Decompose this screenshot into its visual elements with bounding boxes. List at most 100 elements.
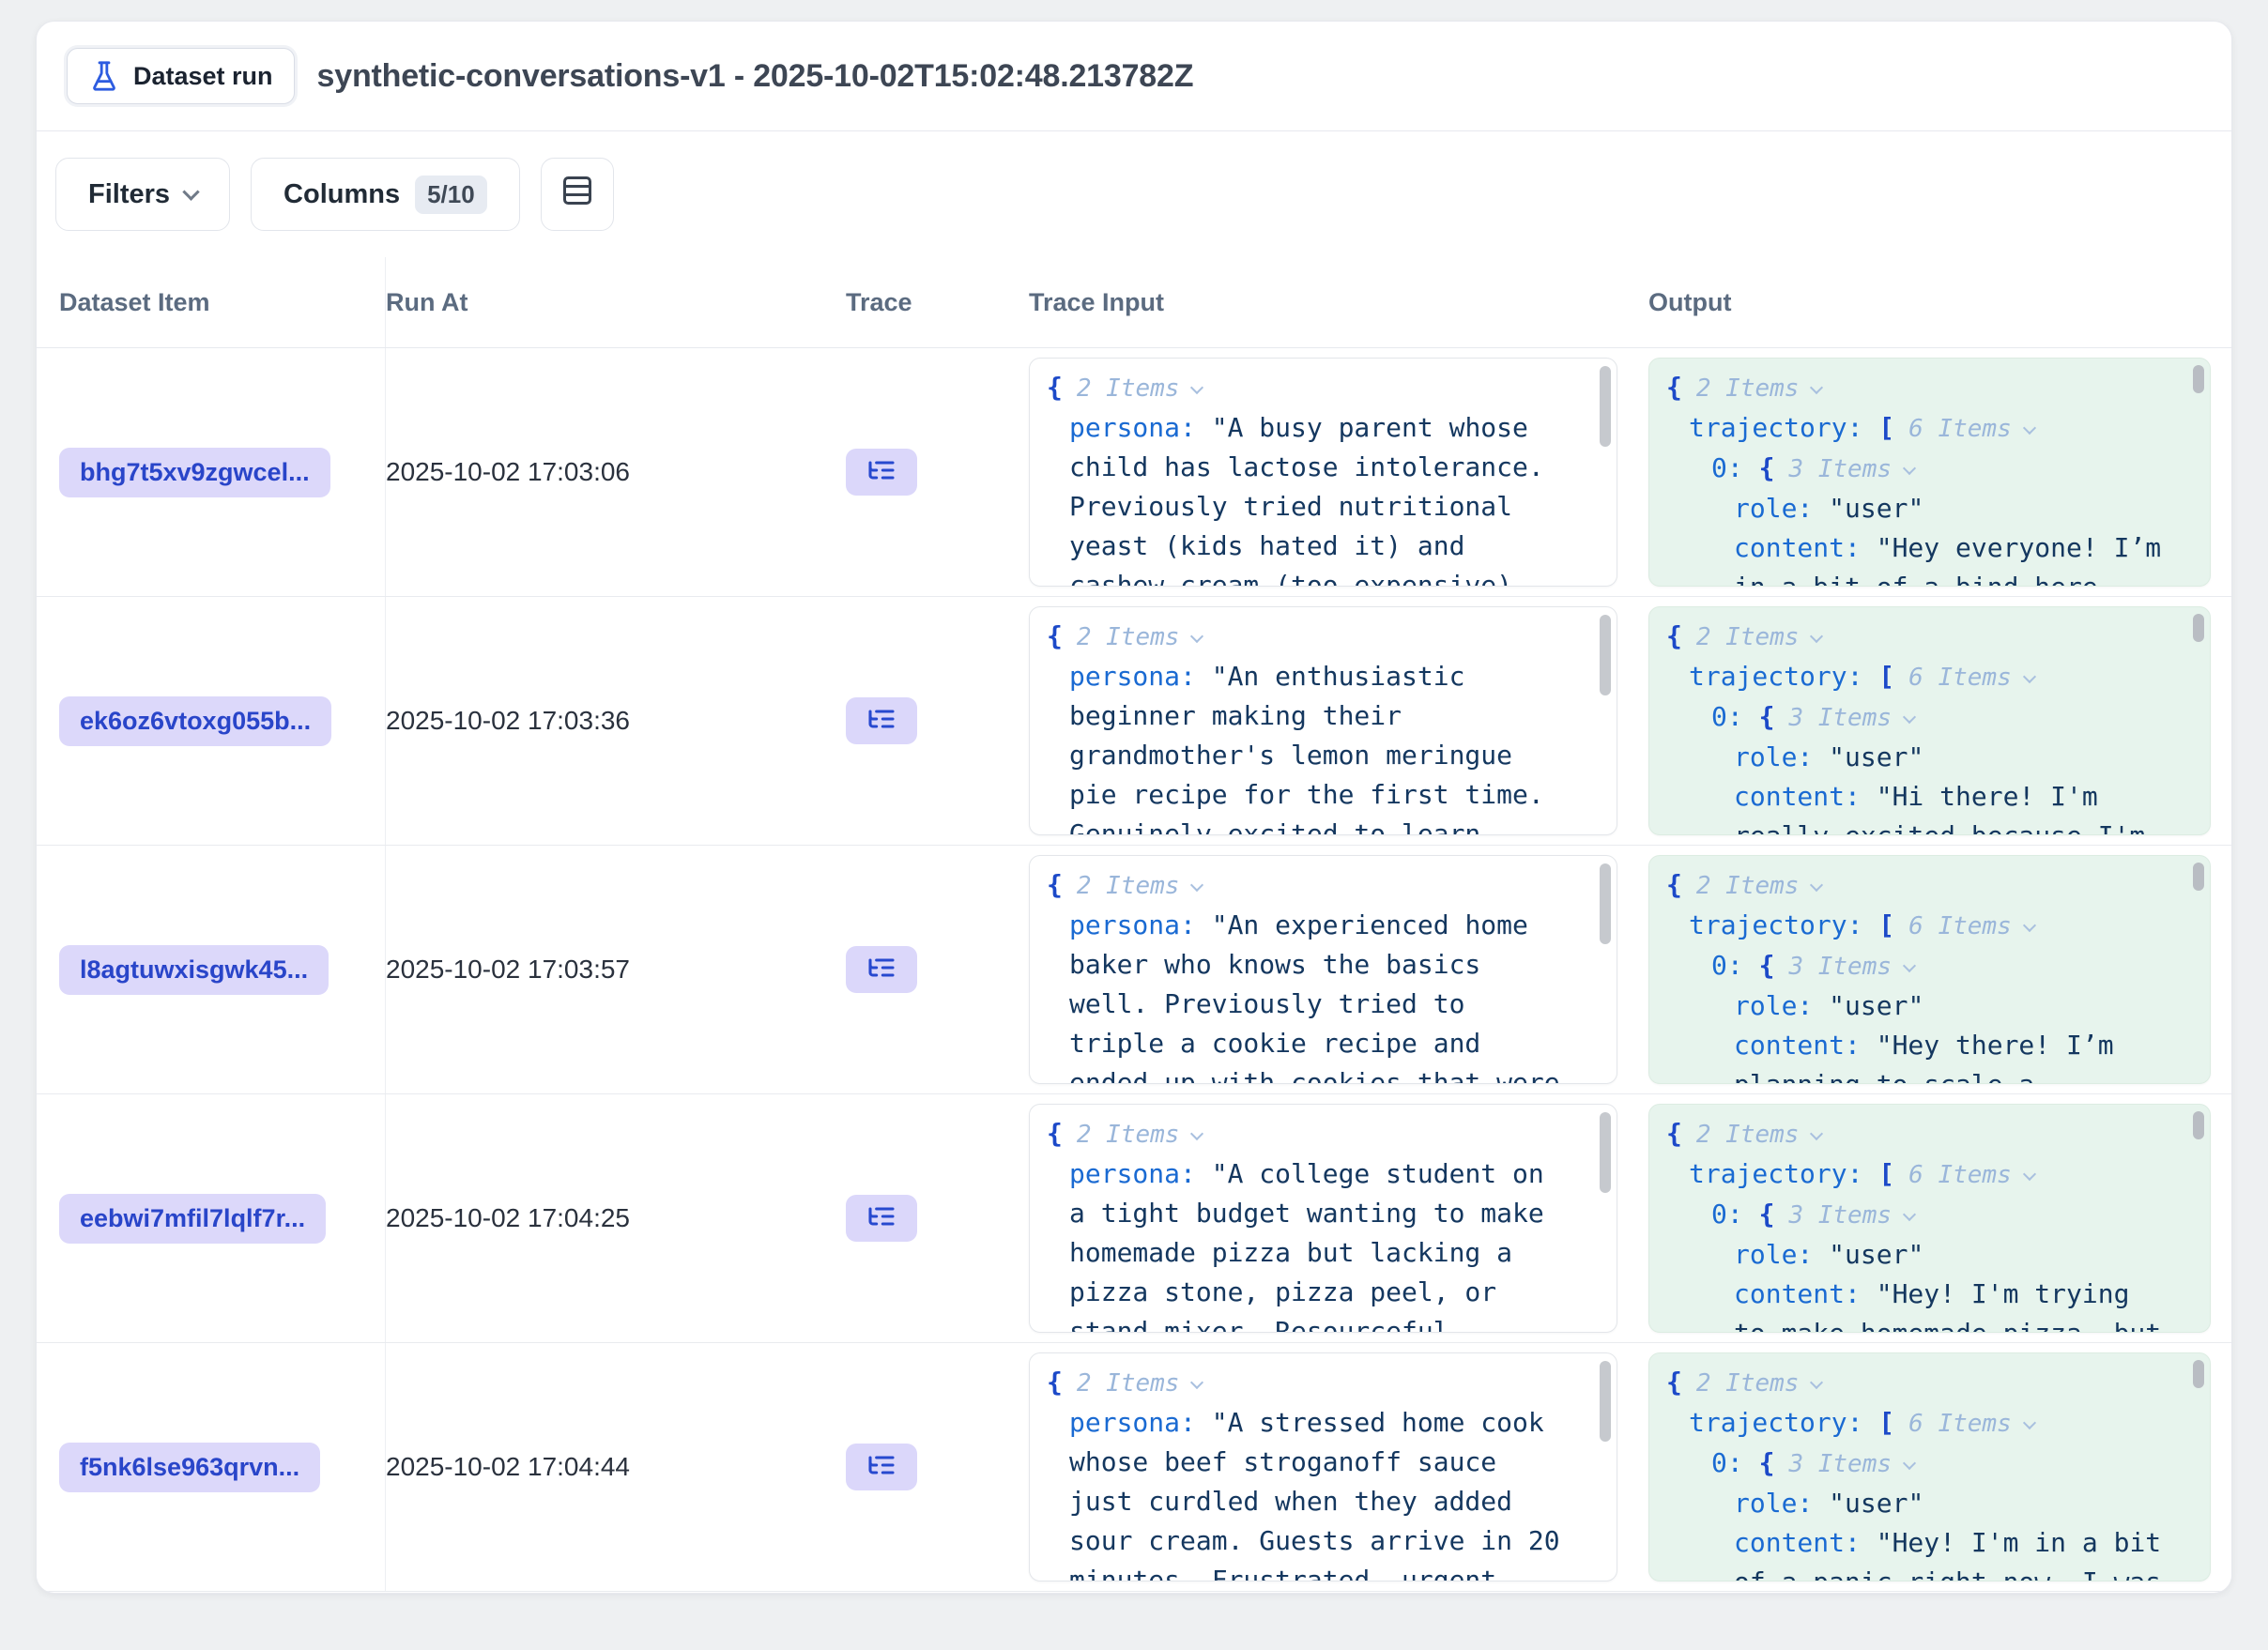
trace-input-json-viewer[interactable]: {2 Items persona: "An experienced home b…	[1029, 855, 1617, 1084]
json-key-index: 0:	[1711, 1447, 1743, 1478]
scrollbar-thumb[interactable]	[1600, 615, 1611, 695]
trace-button[interactable]	[846, 449, 917, 496]
trace-input-cell: {2 Items persona: "A stressed home cook …	[1029, 1352, 1648, 1581]
json-key-persona: persona:	[1069, 1158, 1196, 1189]
trace-input-json-viewer[interactable]: {2 Items persona: "A stressed home cook …	[1029, 1352, 1617, 1581]
collapse-chevron-icon[interactable]	[1903, 1457, 1916, 1470]
collapse-chevron-icon[interactable]	[1190, 630, 1203, 643]
scrollbar-thumb[interactable]	[1600, 863, 1611, 944]
json-key-trajectory: trajectory:	[1689, 661, 1862, 692]
json-open-brace: {	[1047, 1367, 1063, 1398]
collapse-chevron-icon[interactable]	[2023, 670, 2036, 683]
json-open-brace: {	[1047, 620, 1063, 651]
collapse-chevron-icon[interactable]	[2023, 1168, 2036, 1181]
collapse-chevron-icon[interactable]	[1810, 381, 1823, 394]
role-value: "user"	[1829, 1239, 1923, 1270]
dataset-item-cell: ek6oz6vtoxg055b...	[59, 597, 386, 845]
output-json-viewer[interactable]: {2 Items trajectory: [6 Items 0: {3 Item…	[1648, 358, 2211, 587]
list-tree-icon	[866, 1201, 896, 1236]
json-open-brace: {	[1047, 869, 1063, 900]
json-key-persona: persona:	[1069, 1407, 1196, 1438]
json-item-count: 3 Items	[1788, 953, 1892, 981]
dataset-item-badge[interactable]: l8agtuwxisgwk45...	[59, 945, 329, 995]
collapse-chevron-icon[interactable]	[2023, 1416, 2036, 1429]
json-key-role: role:	[1734, 493, 1813, 524]
dataset-run-badge-label: Dataset run	[133, 62, 273, 91]
collapse-chevron-icon[interactable]	[1903, 959, 1916, 972]
scrollbar-thumb[interactable]	[2193, 1111, 2204, 1139]
collapse-chevron-icon[interactable]	[1903, 710, 1916, 724]
collapse-chevron-icon[interactable]	[2023, 919, 2036, 932]
json-content: {2 Items persona: "A college student on …	[1047, 1114, 1568, 1333]
column-header-trace[interactable]: Trace	[846, 288, 1029, 317]
json-item-count: 2 Items	[1077, 623, 1180, 651]
json-key-role: role:	[1734, 990, 1813, 1021]
json-key-index: 0:	[1711, 701, 1743, 732]
json-item-count: 2 Items	[1696, 374, 1800, 403]
scrollbar-thumb[interactable]	[2193, 1360, 2204, 1388]
dataset-item-cell: f5nk6lse963qrvn...	[59, 1343, 386, 1591]
trace-input-json-viewer[interactable]: {2 Items persona: "An enthusiastic begin…	[1029, 606, 1617, 835]
json-key-persona: persona:	[1069, 661, 1196, 692]
json-key-trajectory: trajectory:	[1689, 1407, 1862, 1438]
json-item-count: 2 Items	[1077, 1121, 1180, 1149]
column-header-trace-input[interactable]: Trace Input	[1029, 288, 1648, 317]
collapse-chevron-icon[interactable]	[1190, 878, 1203, 892]
output-json-viewer[interactable]: {2 Items trajectory: [6 Items 0: {3 Item…	[1648, 1104, 2211, 1333]
json-key-persona: persona:	[1069, 909, 1196, 940]
trace-button[interactable]	[846, 1444, 917, 1490]
column-header-dataset-item[interactable]: Dataset Item	[59, 257, 386, 347]
json-open-brace: {	[1759, 701, 1775, 732]
column-header-output[interactable]: Output	[1648, 288, 2209, 317]
output-json-viewer[interactable]: {2 Items trajectory: [6 Items 0: {3 Item…	[1648, 855, 2211, 1084]
run-at-value: 2025-10-02 17:04:44	[386, 1452, 846, 1482]
collapse-chevron-icon[interactable]	[1810, 878, 1823, 892]
output-json-viewer[interactable]: {2 Items trajectory: [6 Items 0: {3 Item…	[1648, 606, 2211, 835]
trace-button[interactable]	[846, 697, 917, 744]
scrollbar-thumb[interactable]	[1600, 1361, 1611, 1442]
column-header-run-at[interactable]: Run At	[386, 288, 846, 317]
table-body: bhg7t5xv9zgwcel... 2025-10-02 17:03:06 {…	[37, 348, 2231, 1592]
filters-button[interactable]: Filters	[55, 158, 230, 231]
role-value: "user"	[1829, 990, 1923, 1021]
json-item-count: 6 Items	[1908, 415, 2012, 443]
collapse-chevron-icon[interactable]	[1190, 381, 1203, 394]
json-item-count: 3 Items	[1788, 1201, 1892, 1230]
dataset-run-badge[interactable]: Dataset run	[67, 48, 295, 104]
scrollbar-thumb[interactable]	[1600, 366, 1611, 447]
collapse-chevron-icon[interactable]	[1903, 1208, 1916, 1221]
collapse-chevron-icon[interactable]	[1810, 1127, 1823, 1140]
collapse-chevron-icon[interactable]	[1810, 1376, 1823, 1389]
json-item-count: 6 Items	[1908, 664, 2012, 692]
dataset-item-badge[interactable]: eebwi7mfil7lqlf7r...	[59, 1194, 326, 1244]
run-at-value: 2025-10-02 17:03:06	[386, 457, 846, 487]
dataset-item-badge[interactable]: f5nk6lse963qrvn...	[59, 1443, 320, 1492]
scrollbar-thumb[interactable]	[2193, 614, 2204, 642]
scrollbar-thumb[interactable]	[1600, 1112, 1611, 1193]
trace-button[interactable]	[846, 1195, 917, 1242]
collapse-chevron-icon[interactable]	[1903, 462, 1916, 475]
collapse-chevron-icon[interactable]	[1190, 1376, 1203, 1389]
scrollbar-thumb[interactable]	[2193, 365, 2204, 393]
list-tree-icon	[866, 953, 896, 987]
collapse-chevron-icon[interactable]	[1810, 630, 1823, 643]
trace-button[interactable]	[846, 946, 917, 993]
collapse-chevron-icon[interactable]	[2023, 421, 2036, 435]
collapse-chevron-icon[interactable]	[1190, 1127, 1203, 1140]
row-height-button[interactable]	[541, 158, 614, 231]
output-json-viewer[interactable]: {2 Items trajectory: [6 Items 0: {3 Item…	[1648, 1352, 2211, 1581]
json-content: {2 Items persona: "A busy parent whose c…	[1047, 368, 1568, 587]
json-key-content: content:	[1734, 532, 1861, 563]
trace-input-json-viewer[interactable]: {2 Items persona: "A busy parent whose c…	[1029, 358, 1617, 587]
json-key-content: content:	[1734, 1030, 1861, 1061]
scrollbar-thumb[interactable]	[2193, 863, 2204, 891]
json-content: {2 Items trajectory: [6 Items 0: {3 Item…	[1666, 368, 2168, 587]
columns-button[interactable]: Columns 5/10	[251, 158, 520, 231]
dataset-item-badge[interactable]: ek6oz6vtoxg055b...	[59, 696, 331, 746]
json-key-index: 0:	[1711, 1199, 1743, 1230]
list-tree-icon	[866, 704, 896, 739]
trace-input-json-viewer[interactable]: {2 Items persona: "A college student on …	[1029, 1104, 1617, 1333]
toolbar: Filters Columns 5/10	[37, 131, 2231, 257]
json-open-brace: {	[1047, 1118, 1063, 1149]
dataset-item-badge[interactable]: bhg7t5xv9zgwcel...	[59, 448, 330, 497]
